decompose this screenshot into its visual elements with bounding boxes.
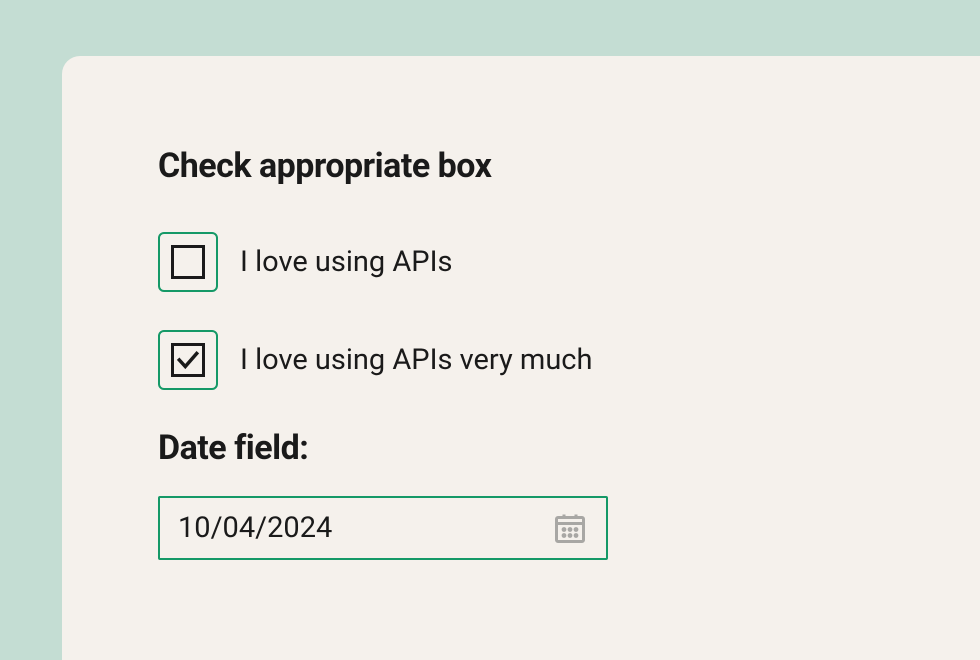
date-value: 10/04/2024 xyxy=(178,511,332,545)
checkmark-icon xyxy=(175,347,201,373)
form-panel: Check appropriate box I love using APIs … xyxy=(62,56,980,660)
checkbox-label-1: I love using APIs xyxy=(240,245,452,279)
date-field-title: Date field: xyxy=(158,428,884,468)
checkbox-2[interactable] xyxy=(158,330,218,390)
checkbox-1[interactable] xyxy=(158,232,218,292)
date-input[interactable]: 10/04/2024 xyxy=(158,496,608,560)
checkbox-section-title: Check appropriate box xyxy=(158,146,884,186)
checkbox-box-icon xyxy=(171,343,205,377)
checkbox-option-1: I love using APIs xyxy=(158,232,884,292)
checkbox-box-icon xyxy=(171,245,205,279)
checkbox-option-2: I love using APIs very much xyxy=(158,330,884,390)
checkbox-label-2: I love using APIs very much xyxy=(240,343,592,377)
calendar-icon xyxy=(552,510,588,546)
